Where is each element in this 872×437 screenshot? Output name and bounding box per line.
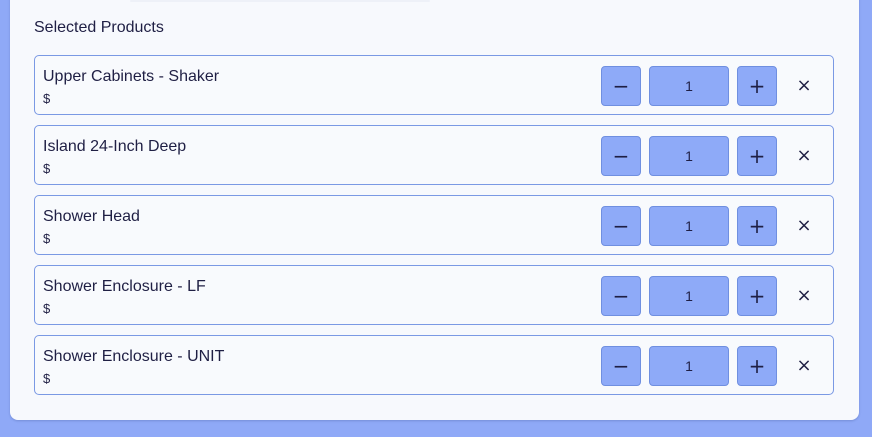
product-price: $ <box>43 371 51 386</box>
quantity-input[interactable] <box>649 276 729 316</box>
close-icon: × <box>796 355 812 376</box>
decrease-quantity-button[interactable]: − <box>601 136 641 176</box>
quantity-input[interactable] <box>649 206 729 246</box>
minus-icon: − <box>612 284 630 308</box>
plus-icon: + <box>748 144 766 168</box>
decrease-quantity-button[interactable]: − <box>601 66 641 106</box>
product-row: Shower Enclosure - UNIT $ − + × <box>34 335 834 395</box>
product-price: $ <box>43 91 51 106</box>
product-row: Shower Head $ − + × <box>34 195 834 255</box>
remove-product-button[interactable]: × <box>791 70 817 102</box>
product-name: Island 24-Inch Deep <box>43 138 187 155</box>
increase-quantity-button[interactable]: + <box>737 276 777 316</box>
quantity-input[interactable] <box>649 136 729 176</box>
minus-icon: − <box>612 214 630 238</box>
remove-product-button[interactable]: × <box>791 280 817 312</box>
product-name: Shower Head <box>43 208 140 225</box>
product-name: Shower Enclosure - UNIT <box>43 348 225 365</box>
remove-product-button[interactable]: × <box>791 210 817 242</box>
panel-divider <box>130 0 430 2</box>
plus-icon: + <box>748 284 766 308</box>
increase-quantity-button[interactable]: + <box>737 136 777 176</box>
close-icon: × <box>796 215 812 236</box>
decrease-quantity-button[interactable]: − <box>601 206 641 246</box>
product-name: Shower Enclosure - LF <box>43 278 206 295</box>
product-price: $ <box>43 301 51 316</box>
increase-quantity-button[interactable]: + <box>737 206 777 246</box>
remove-product-button[interactable]: × <box>791 140 817 172</box>
product-price: $ <box>43 231 51 246</box>
plus-icon: + <box>748 214 766 238</box>
plus-icon: + <box>748 354 766 378</box>
product-name: Upper Cabinets - Shaker <box>43 68 220 85</box>
selected-products-panel: Selected Products Upper Cabinets - Shake… <box>10 0 859 420</box>
product-row: Shower Enclosure - LF $ − + × <box>34 265 834 325</box>
minus-icon: − <box>612 74 630 98</box>
quantity-input[interactable] <box>649 346 729 386</box>
product-row: Island 24-Inch Deep $ − + × <box>34 125 834 185</box>
close-icon: × <box>796 285 812 306</box>
product-price: $ <box>43 161 51 176</box>
product-list: Upper Cabinets - Shaker $ − + × Island 2… <box>34 55 834 405</box>
close-icon: × <box>796 75 812 96</box>
increase-quantity-button[interactable]: + <box>737 346 777 386</box>
close-icon: × <box>796 145 812 166</box>
plus-icon: + <box>748 74 766 98</box>
decrease-quantity-button[interactable]: − <box>601 276 641 316</box>
remove-product-button[interactable]: × <box>791 350 817 382</box>
minus-icon: − <box>612 144 630 168</box>
decrease-quantity-button[interactable]: − <box>601 346 641 386</box>
minus-icon: − <box>612 354 630 378</box>
quantity-input[interactable] <box>649 66 729 106</box>
section-title: Selected Products <box>34 19 164 36</box>
increase-quantity-button[interactable]: + <box>737 66 777 106</box>
product-row: Upper Cabinets - Shaker $ − + × <box>34 55 834 115</box>
